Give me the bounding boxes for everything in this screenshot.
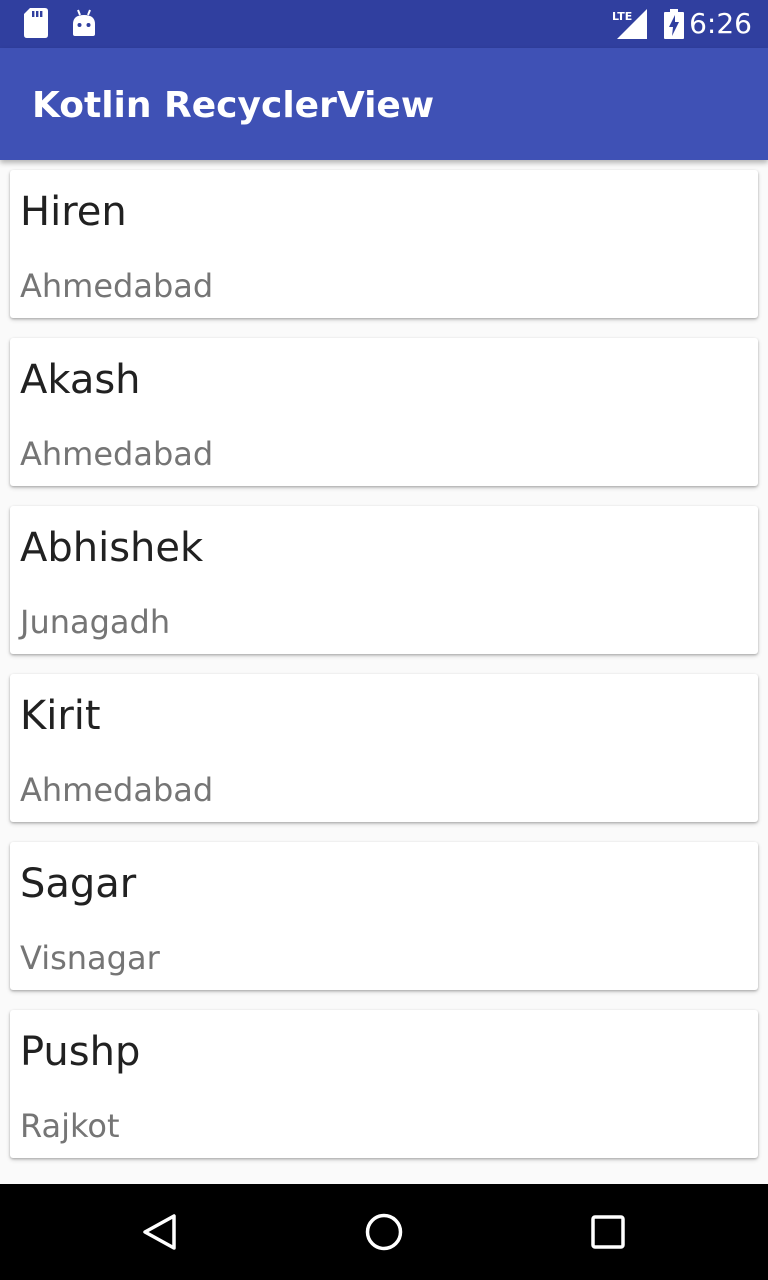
navigation-bar xyxy=(0,1184,768,1280)
list-item[interactable]: Akash Ahmedabad xyxy=(10,338,758,486)
app-bar: Kotlin RecyclerView xyxy=(0,48,768,160)
list-item[interactable]: Sagar Visnagar xyxy=(10,842,758,990)
list-item[interactable]: Hiren Ahmedabad xyxy=(10,170,758,318)
item-city: Ahmedabad xyxy=(20,771,214,809)
recents-button[interactable] xyxy=(576,1200,640,1264)
item-name: Abhishek xyxy=(20,525,204,571)
android-debug-icon xyxy=(73,9,95,36)
recents-icon xyxy=(591,1215,625,1249)
status-bar: LTE 6:26 xyxy=(0,0,768,48)
recycler-list[interactable]: Hiren Ahmedabad Akash Ahmedabad Abhishek… xyxy=(0,160,768,1184)
item-name: Pushp xyxy=(20,1029,141,1075)
home-icon xyxy=(365,1213,403,1251)
page-title: Kotlin RecyclerView xyxy=(32,85,435,126)
list-item[interactable]: Kirit Ahmedabad xyxy=(10,674,758,822)
battery-charging-icon xyxy=(664,9,684,39)
lte-signal-icon: LTE xyxy=(612,9,647,39)
item-city: Ahmedabad xyxy=(20,267,214,305)
item-name: Sagar xyxy=(20,861,137,907)
back-icon xyxy=(143,1214,176,1250)
list-item[interactable]: Pushp Rajkot xyxy=(10,1010,758,1158)
item-name: Akash xyxy=(20,357,141,403)
item-city: Junagadh xyxy=(20,603,171,641)
item-name: Hiren xyxy=(20,189,127,235)
sd-card-icon xyxy=(24,8,48,38)
home-button[interactable] xyxy=(352,1200,416,1264)
back-button[interactable] xyxy=(128,1200,192,1264)
item-city: Visnagar xyxy=(20,939,160,977)
item-name: Kirit xyxy=(20,693,101,739)
svg-text:LTE: LTE xyxy=(612,10,632,23)
status-time: 6:26 xyxy=(689,7,752,40)
list-item[interactable]: Abhishek Junagadh xyxy=(10,506,758,654)
item-city: Ahmedabad xyxy=(20,435,214,473)
item-city: Rajkot xyxy=(20,1107,120,1145)
